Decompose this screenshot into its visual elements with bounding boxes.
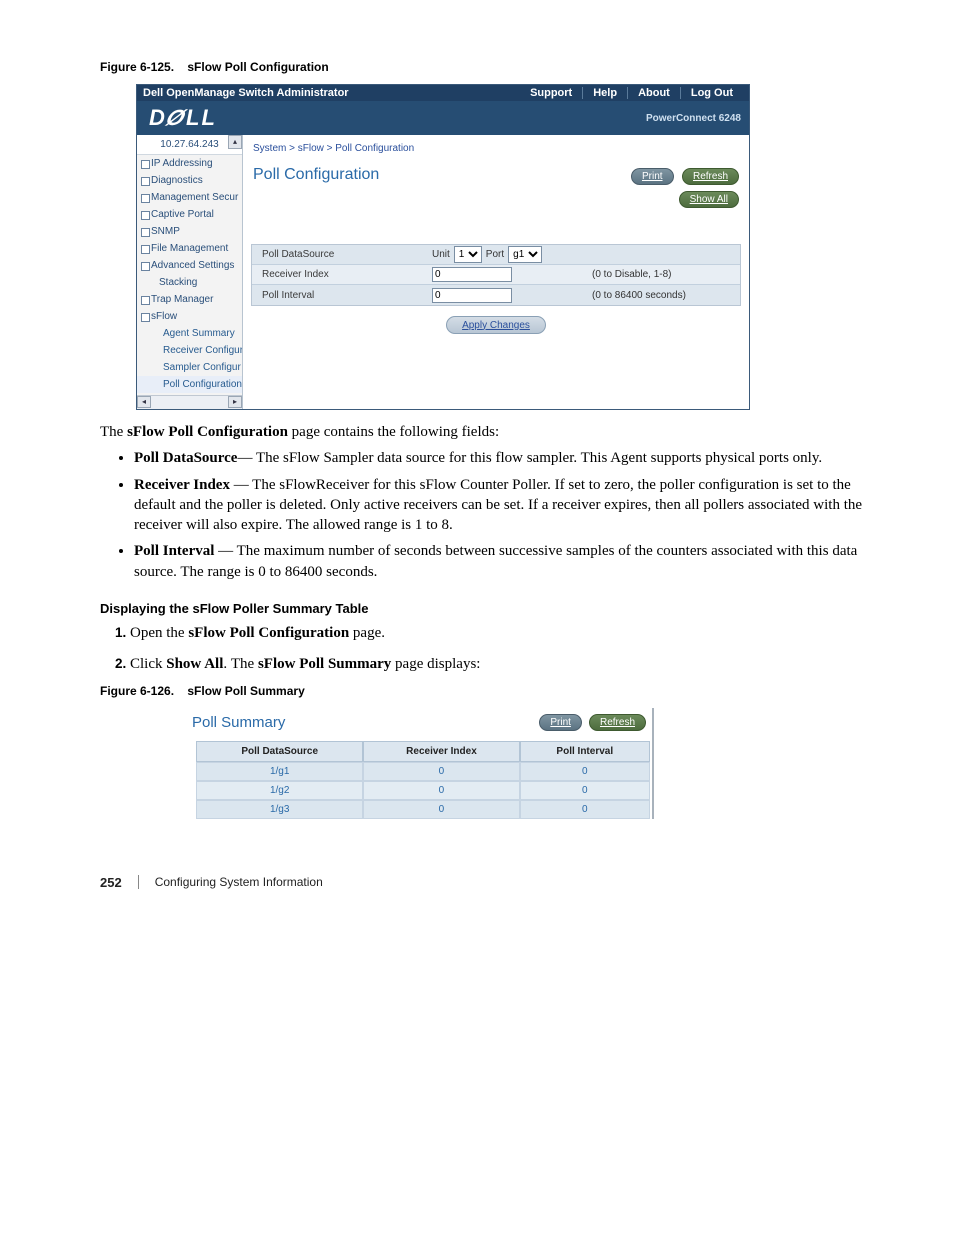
nav-item-advanced-settings[interactable]: Advanced Settings [137,257,242,274]
table-row: 1/g3 0 0 [196,800,650,819]
figure-number-2: Figure 6-126. [100,684,174,698]
figure-126-caption: Figure 6-126. sFlow Poll Summary [100,684,866,698]
help-link[interactable]: Help [583,87,628,99]
field-poll-datasource: Poll DataSource— The sFlow Sampler data … [134,448,866,468]
nav-item-captive-portal[interactable]: Captive Portal [137,206,242,223]
table-row: 1/g1 0 0 [196,762,650,781]
poll-summary-screenshot: Poll Summary Print Refresh Poll DataSour… [188,708,654,819]
table-header-row: Poll DataSource Receiver Index Poll Inte… [196,741,650,762]
nav-item-poll-configuration[interactable]: Poll Configuration [137,376,242,393]
poll-datasource-label: Poll DataSource [252,249,432,260]
nav-item-sflow[interactable]: sFlow [137,308,242,325]
config-rows: Poll DataSource Unit 1 Port g1 Receiver … [251,244,741,306]
logo-row: DØLL PowerConnect 6248 [137,101,749,135]
logout-link[interactable]: Log Out [681,87,743,99]
figure-125-caption: Figure 6-125. sFlow Poll Configuration [100,60,866,74]
row-poll-interval: Poll Interval (0 to 86400 seconds) [252,285,740,305]
refresh-button[interactable]: Refresh [682,168,739,185]
poll-configuration-screenshot: Dell OpenManage Switch Administrator Sup… [136,84,750,410]
field-poll-interval: Poll Interval — The maximum number of se… [134,541,866,582]
nav-item-ip-addressing[interactable]: IP Addressing [137,155,242,172]
th-poll-datasource: Poll DataSource [196,741,363,762]
nav-scroll-left[interactable]: ◂ [137,396,151,408]
nav-item-agent-summary[interactable]: Agent Summary [137,325,242,342]
figure-title-2: sFlow Poll Summary [187,684,304,698]
nav-item-management-security[interactable]: Management Secur [137,189,242,206]
title-links: Support Help About Log Out [520,87,743,99]
poll-interval-label: Poll Interval [252,290,432,301]
step-2: Click Show All. The sFlow Poll Summary p… [130,654,866,674]
page-number: 252 [100,875,122,890]
figure-title: sFlow Poll Configuration [187,60,328,74]
field-receiver-index: Receiver Index — The sFlowReceiver for t… [134,475,866,536]
device-model: PowerConnect 6248 [646,113,749,124]
nav-tree[interactable]: ▴ 10.27.64.243 IP Addressing Diagnostics… [137,135,243,409]
apply-changes-button[interactable]: Apply Changes [446,316,546,334]
row-receiver-index: Receiver Index (0 to Disable, 1-8) [252,265,740,285]
poll-interval-input[interactable] [432,288,512,303]
print-button[interactable]: Print [631,168,674,185]
receiver-index-hint: (0 to Disable, 1-8) [592,269,671,280]
nav-item-receiver-config[interactable]: Receiver Configur [137,342,242,359]
about-link[interactable]: About [628,87,681,99]
nav-hscroll[interactable]: ◂ ▸ [137,395,242,409]
nav-item-trap-manager[interactable]: Trap Manager [137,291,242,308]
th-poll-interval: Poll Interval [520,741,650,762]
unit-select[interactable]: 1 [454,246,482,263]
steps-list: Open the sFlow Poll Configuration page. … [130,623,866,674]
body-text: The sFlow Poll Configuration page contai… [100,422,866,674]
poll-summary-table: Poll DataSource Receiver Index Poll Inte… [196,741,650,819]
dell-logo: DØLL [137,105,217,131]
port-label: Port [486,249,504,260]
figure-number: Figure 6-125. [100,60,174,74]
chapter-title: Configuring System Information [155,875,323,889]
summary-refresh-button[interactable]: Refresh [589,714,646,731]
nav-scroll-right[interactable]: ▸ [228,396,242,408]
row-poll-datasource: Poll DataSource Unit 1 Port g1 [252,245,740,265]
table-row: 1/g2 0 0 [196,781,650,800]
receiver-index-label: Receiver Index [252,269,432,280]
page-title: Poll Configuration [253,166,379,184]
footer-separator [138,875,139,889]
subhead-display-summary: Displaying the sFlow Poller Summary Tabl… [100,600,866,618]
receiver-index-input[interactable] [432,267,512,282]
nav-item-sampler-config[interactable]: Sampler Configur [137,359,242,376]
poll-summary-title: Poll Summary [192,714,285,731]
nav-item-snmp[interactable]: SNMP [137,223,242,240]
nav-ip-address: 10.27.64.243 [137,135,242,155]
field-list: Poll DataSource— The sFlow Sampler data … [134,448,866,582]
window-title: Dell OpenManage Switch Administrator [143,87,349,99]
step-1: Open the sFlow Poll Configuration page. [130,623,866,643]
support-link[interactable]: Support [520,87,583,99]
nav-scroll-up[interactable]: ▴ [228,135,242,149]
unit-label: Unit [432,249,450,260]
window-titlebar: Dell OpenManage Switch Administrator Sup… [137,85,749,101]
summary-print-button[interactable]: Print [539,714,582,731]
nav-item-diagnostics[interactable]: Diagnostics [137,172,242,189]
poll-interval-hint: (0 to 86400 seconds) [592,290,686,301]
th-receiver-index: Receiver Index [363,741,519,762]
nav-item-stacking[interactable]: Stacking [137,274,242,291]
page-footer: 252 Configuring System Information [100,875,866,890]
nav-item-file-management[interactable]: File Management [137,240,242,257]
show-all-button[interactable]: Show All [679,191,739,208]
content-pane: System > sFlow > Poll Configuration Poll… [243,135,749,409]
port-select[interactable]: g1 [508,246,542,263]
breadcrumb: System > sFlow > Poll Configuration [243,135,749,160]
